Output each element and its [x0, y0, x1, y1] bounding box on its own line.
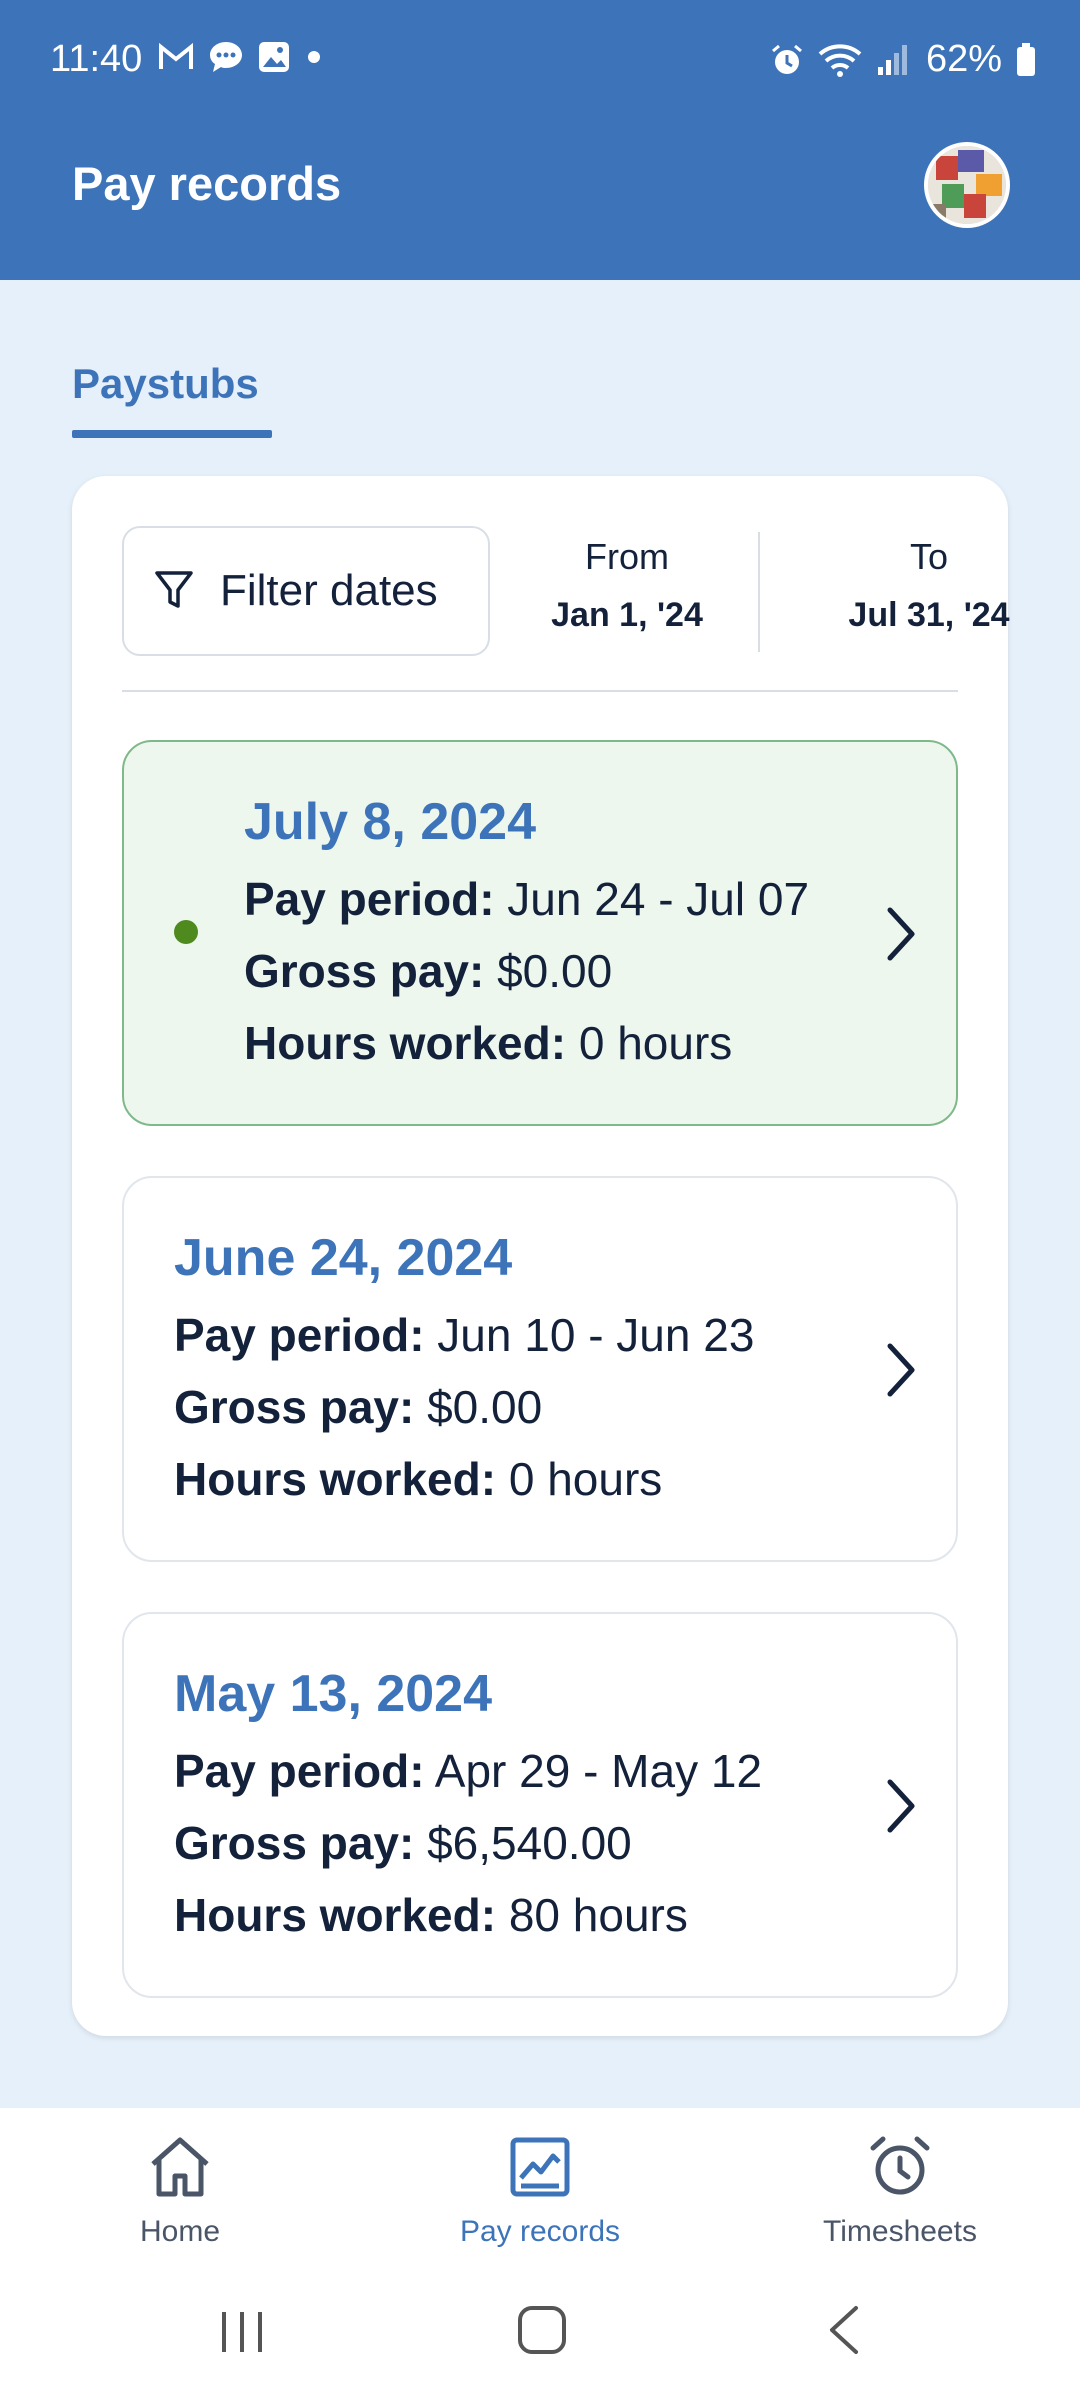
filter-dates-label: Filter dates	[220, 566, 438, 615]
paystubs-panel: Filter dates From Jan 1, '24 To Jul 31, …	[72, 476, 1010, 2036]
current-indicator-dot	[174, 920, 198, 944]
date-from-label: From	[585, 536, 669, 577]
paystub-hours: Hours worked: 0 hours	[174, 1452, 662, 1506]
status-bar: 11:40 62%	[0, 0, 1080, 120]
gross-pay-label: Gross pay:	[174, 1381, 415, 1433]
alarm-clock-icon	[870, 2136, 930, 2195]
hours-worked-value: 80 hours	[508, 1889, 688, 1941]
avatar-image	[928, 146, 1006, 224]
wifi-icon	[818, 43, 862, 77]
hours-worked-label: Hours worked:	[174, 1453, 497, 1505]
paystub-gross-pay: Gross pay: $0.00	[244, 944, 612, 998]
date-to[interactable]: To Jul 31, '24	[814, 536, 1044, 635]
chart-icon	[510, 2137, 570, 2197]
hours-worked-value: 0 hours	[508, 1453, 663, 1505]
status-time: 11:40	[50, 38, 143, 80]
gross-pay-value: $0.00	[497, 945, 613, 997]
dot-icon	[308, 51, 320, 63]
back-icon[interactable]	[818, 2302, 874, 2358]
pay-period-value: Jun 10 - Jun 23	[437, 1309, 755, 1361]
page-title: Pay records	[72, 157, 342, 210]
date-from[interactable]: From Jan 1, '24	[512, 536, 742, 635]
nav-timesheets[interactable]: Timesheets	[750, 2134, 1050, 2249]
paystub-pay-period: Pay period: Jun 24 - Jul 07	[244, 872, 809, 926]
divider	[122, 690, 958, 692]
date-to-label: To	[909, 536, 949, 577]
pay-period-label: Pay period:	[174, 1309, 425, 1361]
chat-icon	[210, 42, 242, 72]
range-divider	[758, 532, 760, 652]
date-from-value: Jan 1, '24	[551, 596, 703, 634]
paystub-pay-period: Pay period: Jun 10 - Jun 23	[174, 1308, 754, 1362]
home-button-icon[interactable]	[514, 2302, 570, 2358]
hours-worked-label: Hours worked:	[244, 1017, 567, 1069]
alarm-icon	[771, 44, 802, 74]
nav-timesheets-label: Timesheets	[823, 2215, 977, 2248]
battery-icon	[1017, 42, 1035, 76]
paystub-card[interactable]: June 24, 2024 Pay period: Jun 10 - Jun 2…	[122, 1176, 958, 1562]
paystub-hours: Hours worked: 0 hours	[244, 1016, 732, 1070]
paystub-date: May 13, 2024	[174, 1665, 493, 1723]
gross-pay-label: Gross pay:	[174, 1817, 415, 1869]
battery-percent: 62%	[925, 38, 1002, 80]
chevron-right-icon	[887, 1343, 915, 1397]
notification-icons	[158, 40, 324, 74]
home-icon	[151, 2137, 209, 2197]
nav-home[interactable]: Home	[30, 2134, 330, 2249]
recent-apps-icon[interactable]	[214, 2304, 270, 2360]
chevron-right-icon	[887, 1779, 915, 1833]
app-header: 11:40 62% Pay records	[0, 0, 1080, 280]
paystub-hours: Hours worked: 80 hours	[174, 1888, 688, 1942]
tab-paystubs[interactable]: Paystubs	[72, 360, 259, 408]
paystub-gross-pay: Gross pay: $0.00	[174, 1380, 542, 1434]
paystub-card[interactable]: May 13, 2024 Pay period: Apr 29 - May 12…	[122, 1612, 958, 1998]
signal-icon	[877, 44, 907, 75]
pay-period-label: Pay period:	[244, 873, 495, 925]
pay-period-label: Pay period:	[174, 1745, 425, 1797]
date-to-value: Jul 31, '24	[848, 596, 1010, 634]
pay-period-value: Apr 29 - May 12	[434, 1745, 763, 1797]
paystub-gross-pay: Gross pay: $6,540.00	[174, 1816, 632, 1870]
hours-worked-label: Hours worked:	[174, 1889, 497, 1941]
paystub-pay-period: Pay period: Apr 29 - May 12	[174, 1744, 762, 1798]
tab-active-indicator	[72, 430, 272, 438]
filter-icon	[155, 571, 193, 608]
paystub-date: July 8, 2024	[244, 793, 536, 851]
status-right: 62%	[770, 38, 1036, 81]
pay-period-value: Jun 24 - Jul 07	[507, 873, 810, 925]
chevron-right-icon	[887, 907, 915, 961]
nav-home-label: Home	[139, 2215, 221, 2248]
gallery-icon	[259, 42, 289, 72]
paystub-card[interactable]: July 8, 2024 Pay period: Jun 24 - Jul 07…	[122, 740, 958, 1126]
avatar[interactable]	[924, 142, 1010, 228]
hours-worked-value: 0 hours	[578, 1017, 733, 1069]
gross-pay-value: $6,540.00	[427, 1817, 632, 1869]
gross-pay-label: Gross pay:	[244, 945, 485, 997]
nav-pay-records-label: Pay records	[459, 2215, 621, 2248]
filter-dates-button[interactable]: Filter dates	[122, 526, 490, 656]
gross-pay-value: $0.00	[427, 1381, 543, 1433]
paystub-date: June 24, 2024	[174, 1229, 513, 1287]
nav-pay-records[interactable]: Pay records	[390, 2134, 690, 2249]
gmail-icon	[159, 42, 193, 69]
system-navigation-bar	[0, 2268, 1080, 2400]
bottom-navigation: Home Pay records Timesheets	[0, 2108, 1080, 2268]
